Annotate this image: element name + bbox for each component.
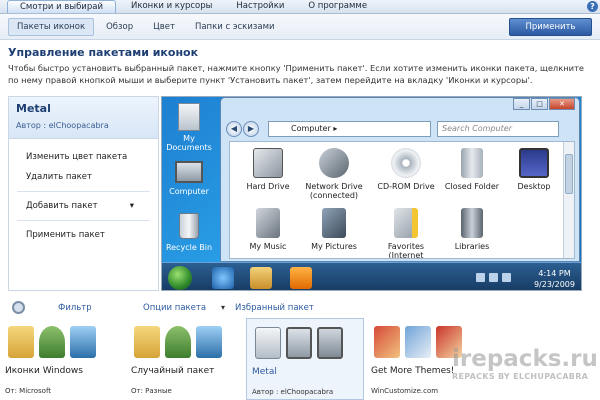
start-orb-icon[interactable] xyxy=(168,266,192,290)
pack-options-link[interactable]: Опции пакета xyxy=(143,303,206,313)
desktop-icon xyxy=(519,148,549,178)
divider xyxy=(17,220,150,221)
add-pack-dropdown[interactable]: Добавить пакет ▾ xyxy=(9,196,158,216)
help-icon[interactable]: ? xyxy=(587,1,598,12)
ie-icon[interactable] xyxy=(212,267,234,289)
taskbar: 4:14 PM 9/23/2009 xyxy=(162,262,581,290)
desktop-icon-computer: Computer xyxy=(164,161,214,196)
subtab-color[interactable]: Цвет xyxy=(145,19,183,35)
pack-header: Metal Автор : elChoopacabra xyxy=(9,97,158,139)
item-libraries[interactable]: Libraries xyxy=(436,208,508,251)
chevron-down-icon[interactable]: ▾ xyxy=(221,303,225,312)
scrollbar[interactable] xyxy=(563,142,574,258)
pictures-icon xyxy=(322,208,346,238)
pack-panel: Metal Автор : elChoopacabra Изменить цве… xyxy=(8,96,159,291)
documents-icon xyxy=(178,103,200,131)
pack-thumb-windows[interactable]: Иконки Windows От: Microsoft xyxy=(0,318,118,400)
watermark-tag: REPACKS BY ELCHUPACABRA xyxy=(452,372,589,381)
music-icon xyxy=(256,208,280,238)
pack-name: Metal xyxy=(16,102,51,115)
monitor-icon xyxy=(286,327,312,359)
chevron-down-icon: ▾ xyxy=(129,201,134,211)
watermark-site: irepacks.ru xyxy=(452,346,598,372)
folder-icon xyxy=(461,148,483,178)
item-desktop[interactable]: Desktop xyxy=(498,148,570,191)
favorites-icon xyxy=(394,208,418,238)
theme-icon xyxy=(405,326,431,358)
monitor-icon xyxy=(175,161,203,183)
cdrom-icon xyxy=(391,148,421,178)
search-input[interactable]: Search Computer xyxy=(437,120,559,137)
change-pack-color-link[interactable]: Изменить цвет пакета xyxy=(9,147,158,167)
minimize-button[interactable]: _ xyxy=(513,98,530,110)
folder-icon xyxy=(134,326,160,358)
close-button[interactable]: ✕ xyxy=(549,98,575,110)
delete-pack-link[interactable]: Удалить пакет xyxy=(9,167,158,187)
pack-preview: My Documents Computer Recycle Bin _ □ ✕ … xyxy=(161,96,582,291)
user-icon xyxy=(165,326,191,358)
maximize-button[interactable]: □ xyxy=(531,98,548,110)
address-bar[interactable]: Computer ▸ xyxy=(268,120,431,137)
back-button[interactable]: ◀ xyxy=(226,120,242,137)
pack-author: Автор : elChoopacabra xyxy=(16,121,109,130)
tab-browse-select[interactable]: Смотри и выбирай xyxy=(7,0,116,13)
folder-icon xyxy=(8,326,34,358)
desktop-icon-recycle-bin: Recycle Bin xyxy=(164,213,214,252)
monitor-icon xyxy=(317,327,343,359)
window-controls: _ □ ✕ xyxy=(512,98,575,110)
network-drive-icon xyxy=(319,148,349,178)
subtab-overview[interactable]: Обзор xyxy=(98,19,141,35)
item-my-music[interactable]: My Music xyxy=(232,208,304,251)
item-network-drive[interactable]: Network Drive (connected) xyxy=(298,148,370,200)
subtab-icon-packs[interactable]: Пакеты иконок xyxy=(8,17,95,36)
tab-icons-cursors[interactable]: Иконки и курсоры xyxy=(122,0,221,13)
page-title: Управление пакетами иконок xyxy=(8,46,199,59)
top-tab-bar: Смотри и выбирай Иконки и курсоры Настро… xyxy=(0,0,600,14)
item-cdrom[interactable]: CD-ROM Drive xyxy=(370,148,442,191)
hard-drive-icon xyxy=(253,148,283,178)
item-my-pictures[interactable]: My Pictures xyxy=(298,208,370,251)
add-pack-label: Добавить пакет xyxy=(26,201,98,211)
apply-pack-link[interactable]: Применить пакет xyxy=(9,225,158,245)
system-tray xyxy=(472,273,511,282)
filter-link[interactable]: Фильтр xyxy=(58,303,92,313)
pack-thumb-metal[interactable]: Metal Автор : elChoopacabra xyxy=(246,318,364,400)
explorer-window: _ □ ✕ ◀ ▶ Computer ▸ Search Computer Har… xyxy=(220,97,580,262)
apply-button[interactable]: Применить xyxy=(509,18,592,36)
network-icon xyxy=(70,326,96,358)
media-player-icon[interactable] xyxy=(290,267,312,289)
pack-thumb-random[interactable]: Случайный пакет От: Разные xyxy=(126,318,244,400)
gear-icon[interactable] xyxy=(12,301,25,314)
item-hard-drive[interactable]: Hard Drive xyxy=(232,148,304,191)
page-description: Чтобы быстро установить выбранный пакет,… xyxy=(8,63,585,85)
theme-icon xyxy=(374,326,400,358)
forward-button[interactable]: ▶ xyxy=(243,120,259,137)
desktop-icon-documents: My Documents xyxy=(164,103,214,152)
libraries-icon xyxy=(461,208,483,238)
folder-icon[interactable] xyxy=(250,267,272,289)
nav-row: ◀ ▶ Computer ▸ Search Computer xyxy=(226,119,576,138)
divider xyxy=(17,191,150,192)
tab-settings[interactable]: Настройки xyxy=(227,0,293,13)
favorite-pack-link[interactable]: Избранный пакет xyxy=(235,303,314,313)
network-icon xyxy=(196,326,222,358)
item-favorites[interactable]: Favorites (Internet Explorer) xyxy=(370,208,442,258)
taskbar-clock[interactable]: 4:14 PM 9/23/2009 xyxy=(534,268,575,290)
document-icon xyxy=(255,327,281,359)
tab-about[interactable]: О программе xyxy=(299,0,376,13)
recycle-bin-icon xyxy=(179,213,199,239)
scroll-thumb[interactable] xyxy=(565,154,573,194)
subtab-thumbnail-folders[interactable]: Папки с эскизами xyxy=(187,19,283,35)
explorer-content: Hard Drive Network Drive (connected) CD-… xyxy=(229,141,575,259)
user-icon xyxy=(39,326,65,358)
